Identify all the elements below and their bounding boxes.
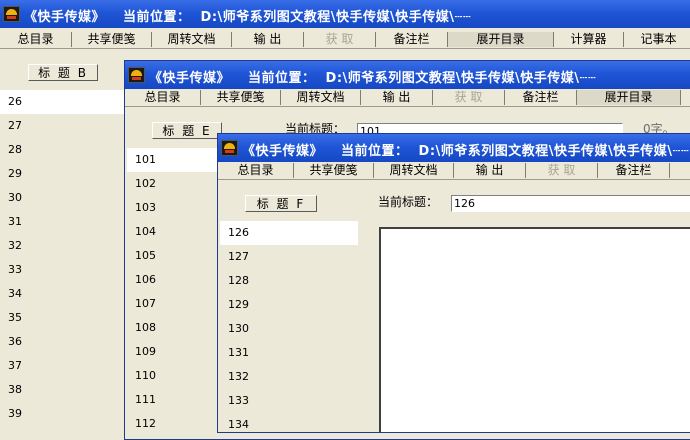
item-list-e: 101 102 103 104 105 106 107 108 109 110 … [127, 148, 223, 436]
current-title-label: 当前标题： [378, 195, 439, 209]
location-path: D:\师爷系列图文教程\快手传媒\快手传媒\┄┄ [200, 10, 472, 25]
list-item[interactable]: 134 [220, 413, 358, 432]
list-item[interactable]: 129 [220, 293, 358, 317]
list-item[interactable]: 102 [127, 172, 223, 196]
list-item[interactable]: 128 [220, 269, 358, 293]
item-list-b: 26 27 28 29 30 31 32 33 34 35 36 37 38 3… [0, 90, 124, 426]
menu-item-notes-panel[interactable]: 备注栏 [598, 163, 670, 178]
list-item[interactable]: 36 [0, 330, 124, 354]
current-title-input[interactable]: 126 [451, 195, 690, 212]
menu-item-output[interactable]: 输 出 [454, 163, 526, 178]
location-path: D:\师爷系列图文教程\快手传媒\快手传媒\┄┄ [418, 144, 690, 159]
list-item[interactable]: 105 [127, 244, 223, 268]
location-path: D:\师爷系列图文教程\快手传媒\快手传媒\┄┄ [325, 71, 597, 86]
app-icon [128, 67, 145, 83]
menu-item-shared-notes[interactable]: 共享便笺 [72, 32, 152, 47]
list-item[interactable]: 126 [220, 221, 358, 245]
list-item[interactable]: 38 [0, 378, 124, 402]
list-item[interactable]: 109 [127, 340, 223, 364]
location-label: 当前位置： [248, 71, 316, 86]
title-f-button[interactable]: 标 题 F [245, 195, 317, 212]
list-item[interactable]: 27 [0, 114, 124, 138]
list-item[interactable]: 104 [127, 220, 223, 244]
list-item[interactable]: 132 [220, 365, 358, 389]
menu-item-output[interactable]: 输 出 [232, 32, 304, 47]
list-item[interactable]: 101 [127, 148, 223, 172]
menu-item-transfer-docs[interactable]: 周转文档 [374, 163, 454, 178]
location-label: 当前位置： [341, 144, 409, 159]
title-bar[interactable]: 《快手传媒》 当前位置： D:\师爷系列图文教程\快手传媒\快手传媒\┄┄ [0, 0, 690, 28]
location-label: 当前位置： [123, 10, 191, 25]
list-item[interactable]: 106 [127, 268, 223, 292]
list-item[interactable]: 31 [0, 210, 124, 234]
menu-item-notes-panel[interactable]: 备注栏 [505, 90, 577, 105]
app-name: 《快手传媒》 [242, 144, 324, 159]
list-item[interactable]: 130 [220, 317, 358, 341]
list-item[interactable]: 110 [127, 364, 223, 388]
title-bar[interactable]: 《快手传媒》 当前位置： D:\师爷系列图文教程\快手传媒\快手传媒\┄┄ [218, 134, 690, 162]
menu-item-shared-notes[interactable]: 共享便笺 [201, 90, 281, 105]
item-list-f: 126 127 128 129 130 131 132 133 134 [220, 221, 358, 432]
list-item[interactable]: 26 [0, 90, 124, 114]
content-editor[interactable] [379, 227, 690, 432]
list-item[interactable]: 33 [0, 258, 124, 282]
list-item[interactable]: 112 [127, 412, 223, 436]
app-icon [3, 6, 20, 22]
menu-item-output[interactable]: 输 出 [361, 90, 433, 105]
list-item[interactable]: 107 [127, 292, 223, 316]
window-front: 《快手传媒》 当前位置： D:\师爷系列图文教程\快手传媒\快手传媒\┄┄ 总目录 … [217, 133, 690, 433]
list-item[interactable]: 32 [0, 234, 124, 258]
list-item[interactable]: 131 [220, 341, 358, 365]
menu-item-main-directory[interactable]: 总目录 [125, 90, 201, 105]
list-item[interactable]: 133 [220, 389, 358, 413]
list-item[interactable]: 29 [0, 162, 124, 186]
app-icon [221, 140, 238, 156]
app-name: 《快手传媒》 [149, 71, 231, 86]
menu-item-notepad[interactable]: 记事本 [624, 32, 690, 47]
menu-item-notes-panel[interactable]: 备注栏 [376, 32, 448, 47]
menu-item-transfer-docs[interactable]: 周转文档 [152, 32, 232, 47]
menu-bar: 总目录 共享便笺 周转文档 输 出 获 取 备注栏 展开目录 [125, 90, 690, 107]
menu-bar: 总目录 共享便笺 周转文档 输 出 获 取 备注栏 [218, 163, 690, 180]
title-bar[interactable]: 《快手传媒》 当前位置： D:\师爷系列图文教程\快手传媒\快手传媒\┄┄ [125, 61, 690, 89]
list-item[interactable]: 30 [0, 186, 124, 210]
menu-item-main-directory[interactable]: 总目录 [0, 32, 72, 47]
list-item[interactable]: 37 [0, 354, 124, 378]
menu-item-expand-directory[interactable]: 展开目录 [448, 32, 554, 47]
menu-item-expand-directory[interactable]: 展开目录 [577, 90, 681, 105]
app-name: 《快手传媒》 [24, 10, 106, 25]
menu-item-shared-notes[interactable]: 共享便笺 [294, 163, 374, 178]
menu-item-transfer-docs[interactable]: 周转文档 [281, 90, 361, 105]
list-item[interactable]: 34 [0, 282, 124, 306]
list-item[interactable]: 28 [0, 138, 124, 162]
menu-item-fetch[interactable]: 获 取 [304, 32, 376, 47]
list-item[interactable]: 108 [127, 316, 223, 340]
title-e-button[interactable]: 标 题 E [152, 122, 222, 139]
menu-item-main-directory[interactable]: 总目录 [218, 163, 294, 178]
title-b-button[interactable]: 标 题 B [28, 64, 98, 81]
menu-bar: 总目录 共享便笺 周转文档 输 出 获 取 备注栏 展开目录 计算器 记事本 [0, 32, 690, 49]
list-item[interactable]: 35 [0, 306, 124, 330]
list-item[interactable]: 111 [127, 388, 223, 412]
list-item[interactable]: 39 [0, 402, 124, 426]
list-item[interactable]: 103 [127, 196, 223, 220]
menu-item-fetch[interactable]: 获 取 [433, 90, 505, 105]
list-item[interactable]: 127 [220, 245, 358, 269]
menu-item-fetch[interactable]: 获 取 [526, 163, 598, 178]
menu-item-calculator[interactable]: 计算器 [554, 32, 624, 47]
